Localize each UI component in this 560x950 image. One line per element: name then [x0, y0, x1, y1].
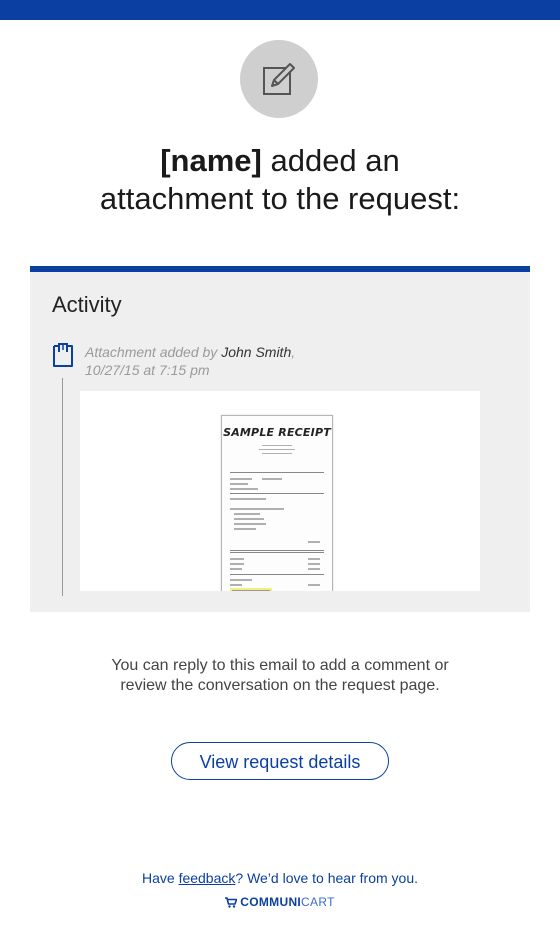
name-placeholder: [name] — [160, 143, 262, 178]
feedback-line: Have feedback? We’d love to hear from yo… — [0, 870, 560, 886]
receipt-title: SAMPLE RECEIPT — [223, 426, 331, 439]
feedback-link[interactable]: feedback — [179, 870, 236, 886]
brand-logo[interactable]: COMMUNICART — [0, 895, 560, 909]
timeline-line — [62, 378, 63, 596]
reply-line-1: You can reply to this email to add a com… — [111, 657, 449, 674]
headline-line-2: attachment to the request: — [99, 181, 461, 216]
author-name[interactable]: John Smith — [221, 344, 291, 360]
view-request-details-button[interactable]: View request details — [171, 742, 389, 780]
page-title: [name] added an attachment to the reques… — [0, 142, 560, 218]
edit-icon — [240, 40, 318, 118]
top-accent-bar — [0, 0, 560, 20]
brand-rest: CART — [301, 895, 335, 909]
headline-text: added an — [261, 143, 400, 178]
cart-icon — [225, 897, 238, 908]
activity-meta: Attachment added by John Smith, 10/27/15… — [85, 343, 345, 379]
author-suffix: , — [291, 344, 296, 360]
timestamp: 10/27/15 at 7:15 pm — [85, 362, 210, 378]
activity-title: Activity — [52, 292, 122, 317]
attachment-preview[interactable]: SAMPLE RECEIPT — [80, 391, 480, 591]
receipt-image: SAMPLE RECEIPT — [221, 415, 333, 591]
brand-bold: COMMUNI — [240, 895, 302, 909]
activity-panel: Activity Attachment added by John Smith,… — [30, 266, 530, 612]
feedback-pre: Have — [141, 870, 179, 886]
reply-line-2: review the conversation on the request p… — [120, 677, 440, 694]
clipboard-icon — [52, 342, 74, 368]
entry-prefix: Attachment added by — [85, 344, 222, 360]
feedback-post: ? We’d love to hear from you. — [235, 870, 418, 886]
reply-instructions: You can reply to this email to add a com… — [0, 656, 560, 696]
